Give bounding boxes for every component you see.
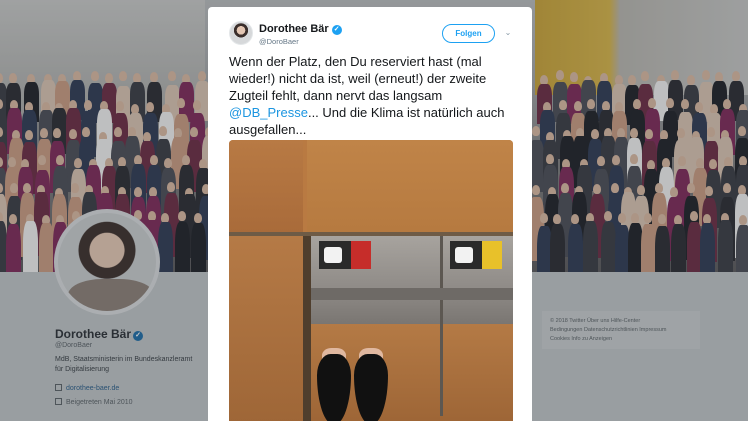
tweet-photo[interactable] [229, 140, 513, 421]
seat-reservation-sticker [450, 241, 502, 269]
tweet-author-avatar[interactable] [229, 21, 253, 45]
verified-badge-icon: ✓ [331, 25, 342, 35]
tweet-text: Wenn der Platz, den Du reserviert hast (… [229, 54, 505, 137]
tweet-author-handle[interactable]: @DoroBaer [259, 37, 299, 46]
tweet-author-name[interactable]: Dorothee Bär ✓ [259, 23, 342, 35]
follow-button[interactable]: Folgen [442, 24, 495, 43]
tweet-card: Dorothee Bär ✓ @DoroBaer Folgen ⌄ Wenn de… [208, 7, 532, 421]
seat-reservation-sticker [319, 241, 371, 269]
chevron-down-icon[interactable]: ⌄ [503, 28, 513, 38]
mention-link[interactable]: @DB_Presse [229, 105, 308, 120]
